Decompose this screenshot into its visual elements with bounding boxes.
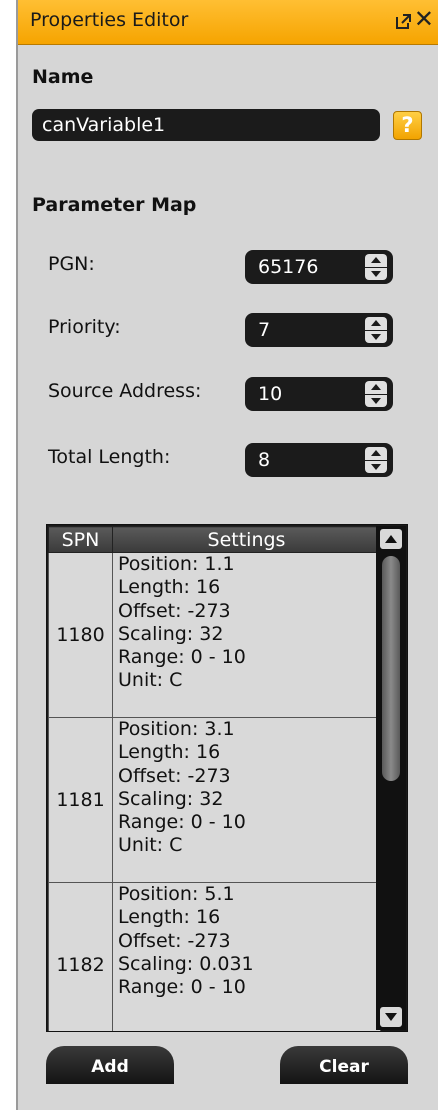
setting-unit: Unit: C — [118, 834, 183, 857]
popout-icon[interactable] — [395, 13, 412, 30]
scroll-up-icon[interactable] — [380, 529, 402, 549]
decrement-button[interactable] — [365, 394, 387, 407]
setting-position: Position: 5.1 — [118, 883, 235, 905]
table-scrollbar[interactable] — [376, 526, 406, 1030]
name-field[interactable]: canVariable1 — [32, 109, 380, 141]
title-bar: Properties Editor ✕ — [18, 0, 438, 45]
setting-length: Length: 16 — [118, 576, 221, 599]
spin-buttons — [365, 317, 387, 343]
scroll-thumb[interactable] — [382, 556, 400, 781]
source-address-label: Source Address: — [48, 380, 202, 402]
setting-position: Position: 1.1 — [118, 553, 235, 575]
parameter-map-label: Parameter Map — [32, 194, 197, 216]
spin-buttons — [365, 447, 387, 473]
properties-editor-panel: Properties Editor ✕ Name canVariable1 ? … — [16, 0, 438, 1110]
table-row[interactable]: 1182 Position: 5.1 Length: 16 Offset: -2… — [48, 882, 381, 1031]
decrement-button[interactable] — [365, 460, 387, 473]
table-header: SPN Settings — [48, 526, 381, 553]
setting-position: Position: 3.1 — [118, 718, 235, 740]
scroll-down-icon[interactable] — [380, 1007, 402, 1027]
priority-label: Priority: — [48, 316, 121, 338]
setting-scaling: Scaling: 32 — [118, 787, 224, 810]
spn-cell: 1182 — [48, 882, 113, 1031]
table-row[interactable]: 1180 Position: 1.1 Length: 16 Offset: -2… — [48, 552, 381, 718]
increment-button[interactable] — [365, 381, 387, 394]
settings-cell: Position: 3.1 Length: 16 Offset: -273 Sc… — [112, 717, 381, 883]
column-header-settings[interactable]: Settings — [112, 526, 381, 553]
decrement-button[interactable] — [365, 267, 387, 280]
setting-offset: Offset: -273 — [118, 929, 231, 952]
setting-unit: Unit: C — [118, 669, 183, 692]
name-label: Name — [32, 66, 94, 88]
setting-offset: Offset: -273 — [118, 764, 231, 787]
setting-range: Range: 0 - 10 — [118, 646, 246, 669]
close-icon[interactable]: ✕ — [414, 7, 434, 31]
setting-length: Length: 16 — [118, 741, 221, 764]
decrement-button[interactable] — [365, 330, 387, 343]
source-address-spinner[interactable]: 10 — [245, 377, 393, 411]
table-row[interactable]: 1181 Position: 3.1 Length: 16 Offset: -2… — [48, 717, 381, 883]
spn-grid: SPN Settings 1180 Position: 1.1 Length: … — [48, 526, 381, 1031]
spin-buttons — [365, 254, 387, 280]
increment-button[interactable] — [365, 317, 387, 330]
priority-value: 7 — [258, 319, 271, 341]
source-address-value: 10 — [258, 383, 283, 405]
column-header-spn[interactable]: SPN — [48, 526, 113, 553]
pgn-value: 65176 — [258, 256, 319, 278]
setting-scaling: Scaling: 0.031 — [118, 952, 254, 975]
pgn-label: PGN: — [48, 253, 95, 275]
spn-table: SPN Settings 1180 Position: 1.1 Length: … — [46, 524, 408, 1032]
window-title: Properties Editor — [30, 9, 189, 31]
pgn-spinner[interactable]: 65176 — [245, 250, 393, 284]
settings-cell: Position: 5.1 Length: 16 Offset: -273 Sc… — [112, 882, 381, 1031]
total-length-label: Total Length: — [48, 446, 171, 468]
spin-buttons — [365, 381, 387, 407]
setting-length: Length: 16 — [118, 906, 221, 929]
total-length-value: 8 — [258, 449, 271, 471]
add-button[interactable]: Add — [46, 1046, 174, 1084]
total-length-spinner[interactable]: 8 — [245, 443, 393, 477]
setting-offset: Offset: -273 — [118, 599, 231, 622]
clear-button[interactable]: Clear — [280, 1046, 408, 1084]
priority-spinner[interactable]: 7 — [245, 313, 393, 347]
increment-button[interactable] — [365, 254, 387, 267]
help-icon[interactable]: ? — [393, 111, 422, 140]
settings-cell: Position: 1.1 Length: 16 Offset: -273 Sc… — [112, 552, 381, 718]
spn-cell: 1181 — [48, 717, 113, 883]
setting-range: Range: 0 - 10 — [118, 811, 246, 834]
spn-cell: 1180 — [48, 552, 113, 718]
increment-button[interactable] — [365, 447, 387, 460]
setting-scaling: Scaling: 32 — [118, 622, 224, 645]
setting-range: Range: 0 - 10 — [118, 976, 246, 999]
